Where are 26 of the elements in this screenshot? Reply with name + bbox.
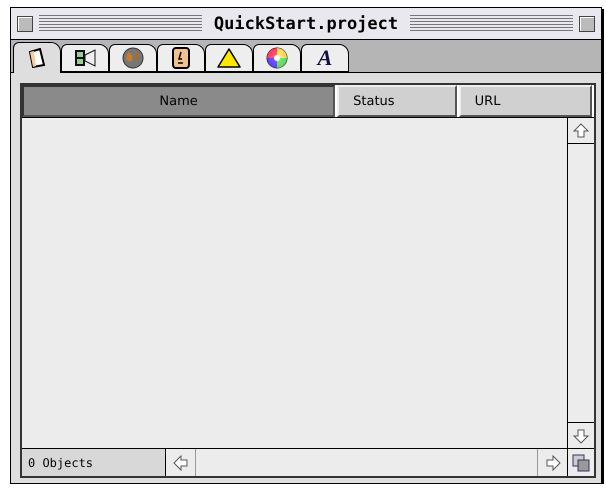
window-title: QuickStart.project	[212, 14, 400, 34]
close-box[interactable]	[17, 16, 33, 32]
scroll-down-arrow-icon[interactable]	[572, 426, 590, 444]
tab[interactable]	[253, 44, 301, 72]
card-icon	[172, 47, 190, 69]
zoom-box[interactable]	[579, 16, 596, 32]
tab[interactable]	[61, 44, 109, 72]
tab[interactable]	[157, 44, 205, 72]
scroll-up-arrow-icon[interactable]	[572, 122, 590, 140]
tab[interactable]	[109, 44, 157, 72]
column-header[interactable]: Name	[22, 85, 336, 117]
document-icon	[28, 48, 46, 68]
tab[interactable]: A	[301, 44, 349, 72]
color-wheel-icon	[266, 47, 288, 69]
scroll-right-arrow-icon[interactable]	[544, 454, 562, 472]
column-header[interactable]: Status	[337, 85, 457, 117]
scroll-left-arrow-icon[interactable]	[172, 454, 190, 472]
globe-icon	[122, 47, 144, 69]
film-icon	[74, 49, 96, 67]
column-header[interactable]: URL	[458, 85, 592, 117]
tab[interactable]	[13, 42, 61, 73]
triangle-icon	[217, 48, 241, 68]
resize-icon[interactable]	[572, 454, 590, 472]
object-count: 0 Objects	[22, 449, 166, 476]
vertical-scrollbar[interactable]	[567, 118, 594, 448]
tab[interactable]	[205, 44, 253, 72]
